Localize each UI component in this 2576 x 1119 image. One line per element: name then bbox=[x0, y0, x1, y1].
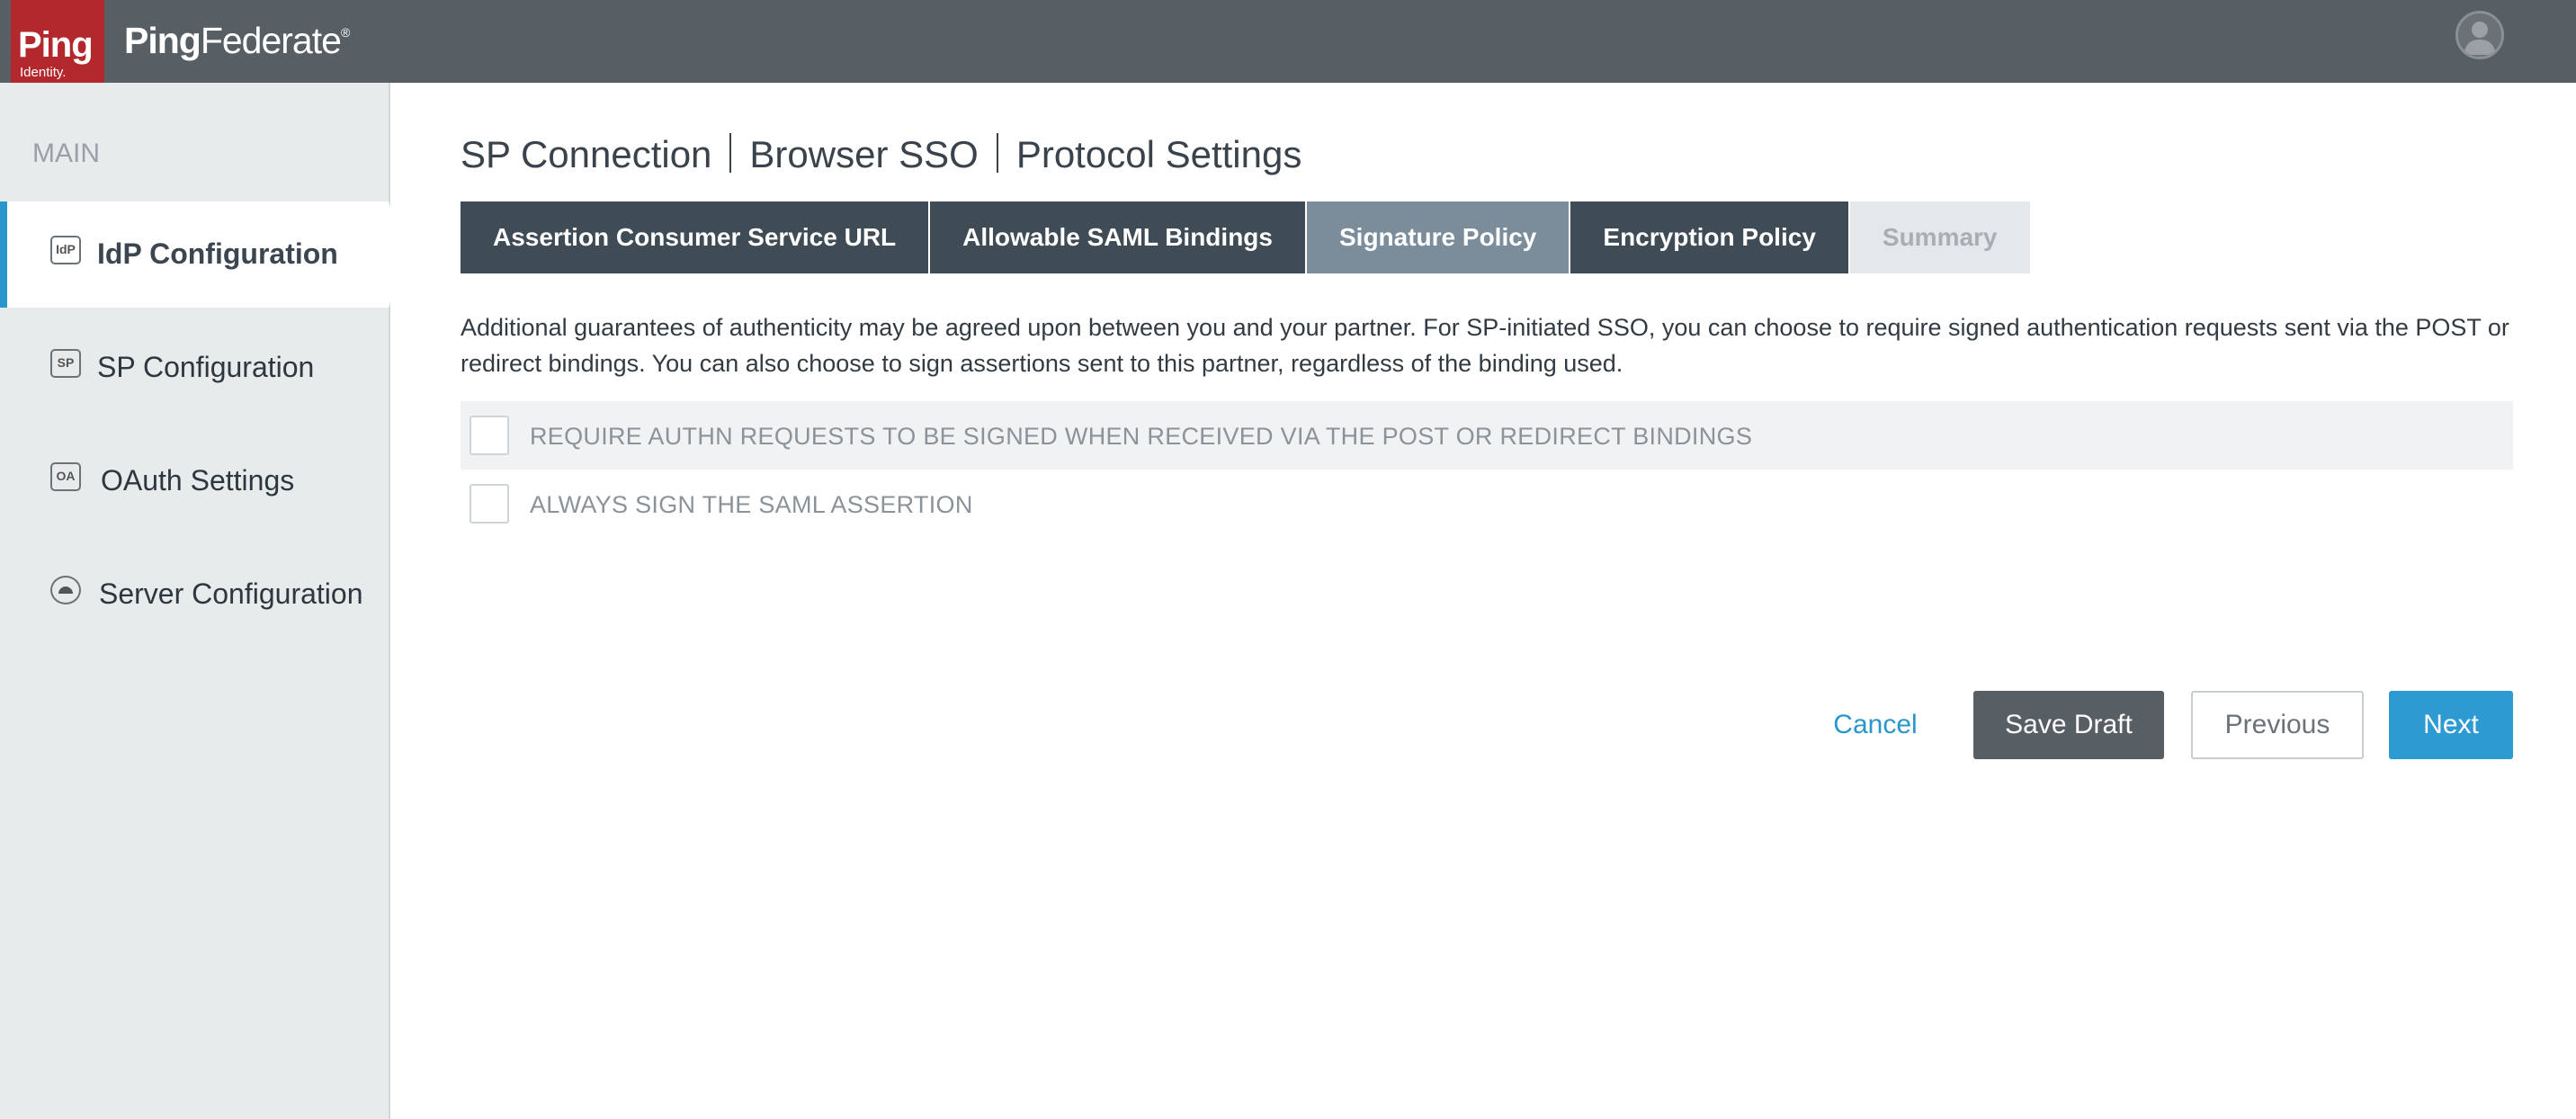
tab-summary: Summary bbox=[1849, 201, 2030, 273]
option-label: REQUIRE AUTHN REQUESTS TO BE SIGNED WHEN… bbox=[530, 423, 1753, 450]
sidebar-item-label: SP Configuration bbox=[97, 351, 315, 383]
registered-mark: ® bbox=[340, 25, 350, 40]
tab-signature-policy[interactable]: Signature Policy bbox=[1306, 201, 1570, 273]
option-require-signed-authn: REQUIRE AUTHN REQUESTS TO BE SIGNED WHEN… bbox=[461, 401, 2513, 470]
logo-ping-text: Ping bbox=[18, 25, 94, 65]
next-button[interactable]: Next bbox=[2389, 691, 2513, 759]
sp-icon: SP bbox=[50, 349, 81, 378]
breadcrumb: SP Connection Browser SSO Protocol Setting… bbox=[461, 133, 1301, 176]
logo-identity-text: Identity. bbox=[20, 65, 67, 80]
option-always-sign-assertion: ALWAYS SIGN THE SAML ASSERTION bbox=[461, 470, 2513, 538]
product-name-federate: Federate bbox=[200, 20, 342, 61]
sidebar-item-label: OAuth Settings bbox=[101, 464, 295, 497]
sidebar-item-sp-configuration[interactable]: SP SP Configuration bbox=[0, 315, 390, 421]
sidebar-item-label: Server Configuration bbox=[99, 577, 363, 610]
require-signed-authn-checkbox[interactable] bbox=[470, 416, 509, 455]
breadcrumb-separator bbox=[729, 133, 732, 173]
breadcrumb-sp-connection: SP Connection bbox=[461, 133, 712, 175]
sidebar-item-oauth-settings[interactable]: OA OAuth Settings bbox=[0, 428, 390, 534]
sidebar-section-label: MAIN bbox=[32, 139, 100, 168]
sidebar: MAIN IdP IdP Configuration SP SP Configu… bbox=[0, 83, 405, 1119]
top-bar: Ping Identity. PingFederate® bbox=[0, 0, 2576, 88]
product-name-ping: Ping bbox=[124, 20, 201, 61]
breadcrumb-protocol-settings: Protocol Settings bbox=[1015, 133, 1302, 175]
wizard-tabs: Assertion Consumer Service URL Allowable… bbox=[461, 201, 2032, 273]
option-label: ALWAYS SIGN THE SAML ASSERTION bbox=[530, 491, 973, 518]
always-sign-assertion-checkbox[interactable] bbox=[470, 484, 509, 524]
sidebar-item-label: IdP Configuration bbox=[97, 237, 338, 270]
tab-encryption-policy[interactable]: Encryption Policy bbox=[1570, 201, 1848, 273]
server-icon bbox=[50, 576, 81, 604]
product-name: PingFederate® bbox=[124, 20, 350, 62]
sidebar-item-idp-configuration[interactable]: IdP IdP Configuration bbox=[0, 201, 405, 308]
save-draft-button[interactable]: Save Draft bbox=[1973, 691, 2164, 759]
breadcrumb-browser-sso: Browser SSO bbox=[749, 133, 979, 175]
breadcrumb-separator bbox=[996, 133, 998, 173]
tab-allowable-saml-bindings[interactable]: Allowable SAML Bindings bbox=[930, 201, 1305, 273]
sidebar-item-server-configuration[interactable]: Server Configuration bbox=[0, 542, 390, 648]
oauth-icon: OA bbox=[50, 462, 81, 491]
description-text: Additional guarantees of authenticity ma… bbox=[461, 314, 2509, 377]
ping-identity-logo[interactable]: Ping Identity. bbox=[11, 0, 104, 88]
idp-icon: IdP bbox=[50, 236, 81, 264]
user-avatar-icon[interactable] bbox=[2455, 11, 2504, 59]
cancel-button[interactable]: Cancel bbox=[1808, 691, 1943, 759]
tab-assertion-consumer-service-url[interactable]: Assertion Consumer Service URL bbox=[461, 201, 929, 273]
previous-button[interactable]: Previous bbox=[2191, 691, 2364, 759]
